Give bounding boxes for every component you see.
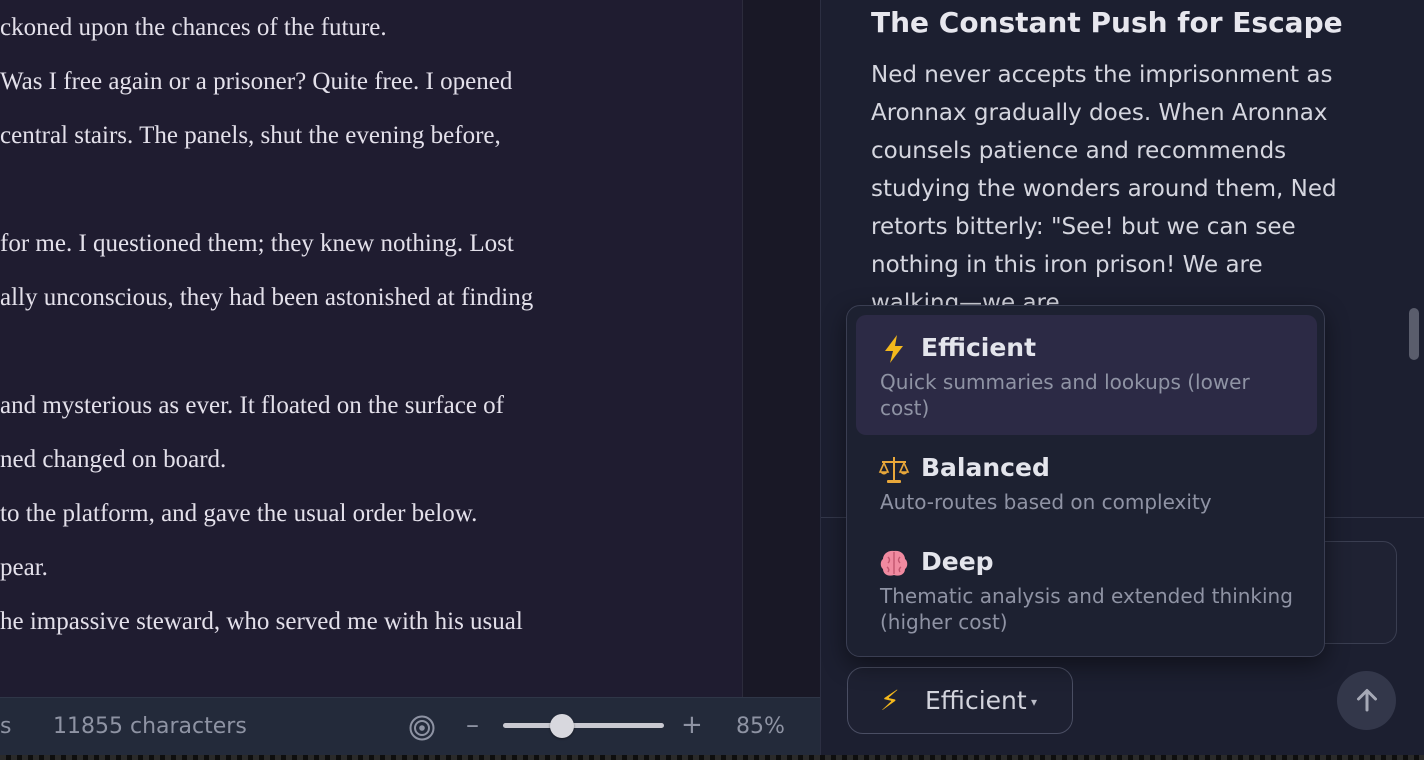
reader-line: ckoned upon the chances of the future.: [0, 14, 387, 41]
reader-pane[interactable]: ckoned upon the chances of the future. W…: [0, 0, 742, 697]
model-selector-label: Efficient: [925, 686, 1027, 715]
arrow-up-icon: [1357, 689, 1377, 712]
window-bottom-edge: [0, 755, 1424, 760]
status-word-count-fragment: s: [0, 714, 12, 739]
message-heading: The Constant Push for Escape: [871, 6, 1343, 39]
model-option-balanced[interactable]: Balanced Auto-routes based on complexity: [856, 435, 1317, 531]
reader-line: pear.: [0, 554, 48, 581]
zoom-in-button[interactable]: +: [681, 710, 703, 740]
reader-line: for me. I questioned them; they knew not…: [0, 230, 514, 257]
model-option-label: Efficient: [921, 333, 1037, 362]
chevron-down-icon: ▾: [1031, 695, 1038, 709]
model-option-deep[interactable]: Deep Thematic analysis and extended thin…: [856, 529, 1317, 649]
model-option-description: Auto-routes based on complexity: [880, 490, 1212, 514]
model-dropdown-menu: Efficient Quick summaries and lookups (l…: [846, 305, 1325, 657]
brain-icon: [880, 550, 908, 576]
model-option-description: Quick summaries and lookups (lower cost): [880, 370, 1250, 420]
reader-gutter: [742, 0, 820, 697]
zoom-out-button[interactable]: –: [466, 710, 479, 740]
reader-line: to the platform, and gave the usual orde…: [0, 500, 478, 527]
reader-line: ally unconscious, they had been astonish…: [0, 284, 534, 311]
reader-line: central stairs. The panels, shut the eve…: [0, 122, 501, 149]
model-option-label: Deep: [921, 547, 994, 576]
reader-line: ned changed on board.: [0, 446, 227, 473]
reader-line: and mysterious as ever. It floated on th…: [0, 392, 504, 419]
lightning-icon: ⚡: [880, 684, 900, 717]
character-count: 11855 characters: [53, 714, 247, 739]
reader-line: he impassive steward, who served me with…: [0, 608, 523, 635]
status-bar: s 11855 characters – + 85%: [0, 697, 820, 755]
message-body: Ned never accepts the imprisonment as Ar…: [871, 62, 1337, 316]
scales-icon: [878, 457, 910, 483]
model-option-label: Balanced: [921, 453, 1050, 482]
zoom-slider-track[interactable]: [503, 723, 664, 728]
lightning-icon: [885, 335, 903, 363]
send-button[interactable]: [1337, 671, 1396, 730]
zoom-slider-thumb[interactable]: [550, 714, 574, 738]
model-selector-button[interactable]: ⚡ Efficient ▾: [847, 667, 1073, 734]
model-option-description: Thematic analysis and extended thinking …: [880, 584, 1293, 634]
reader-line: Was I free again or a prisoner? Quite fr…: [0, 68, 513, 95]
zoom-percent: 85%: [736, 714, 785, 739]
focus-target-icon[interactable]: [408, 714, 436, 742]
chat-scrollbar[interactable]: [1409, 308, 1419, 360]
model-option-efficient[interactable]: Efficient Quick summaries and lookups (l…: [856, 315, 1317, 435]
